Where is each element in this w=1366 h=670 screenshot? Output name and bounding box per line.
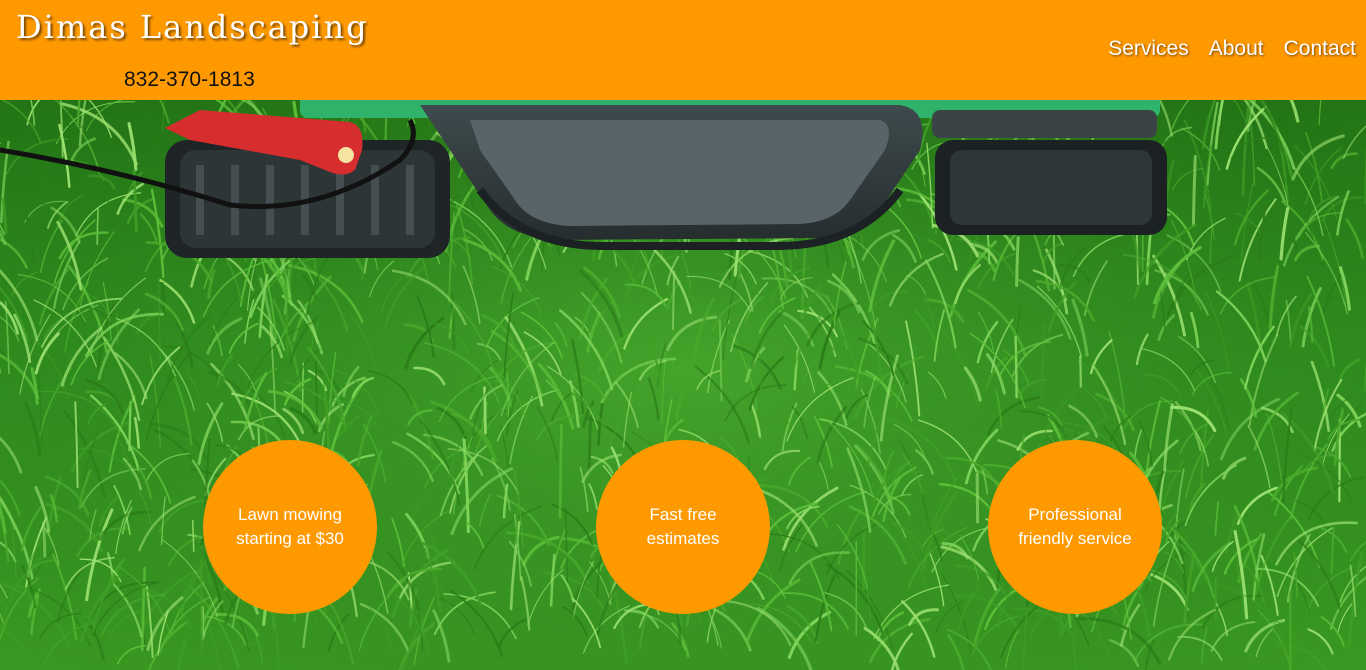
grass-blade	[558, 423, 563, 519]
nav-link-about[interactable]: About	[1209, 37, 1264, 61]
grass-blade	[1014, 335, 1018, 399]
grass-blade	[1015, 236, 1020, 287]
feature-circle-professional-service: Professional friendly service	[988, 440, 1162, 614]
grass-blade	[42, 521, 47, 558]
nav-link-contact[interactable]: Contact	[1284, 37, 1356, 61]
feature-circle-lawn-mowing: Lawn mowing starting at $30	[203, 440, 377, 614]
grass-blade	[587, 415, 593, 473]
feature-text: Fast free estimates	[646, 505, 720, 548]
site-title[interactable]: Dimas Landscaping	[16, 8, 369, 46]
feature-text: Professional friendly service	[1018, 505, 1132, 548]
grass-blade	[96, 207, 99, 246]
grass-blade	[284, 268, 289, 359]
grass-blade	[1079, 355, 1082, 388]
grass-blade	[199, 557, 204, 654]
grass-blade	[672, 270, 676, 330]
main-nav: Services About Contact	[1108, 37, 1356, 61]
phone-number[interactable]: 832-370-1813	[124, 68, 255, 92]
feature-text: Lawn mowing starting at $30	[236, 505, 344, 548]
nav-link-services[interactable]: Services	[1108, 37, 1189, 61]
feature-circle-free-estimates: Fast free estimates	[596, 440, 770, 614]
page: Dimas Landscaping 832-370-1813 Services …	[0, 0, 1366, 670]
grass-blade	[1191, 154, 1197, 226]
site-header: Dimas Landscaping 832-370-1813 Services …	[0, 0, 1366, 100]
